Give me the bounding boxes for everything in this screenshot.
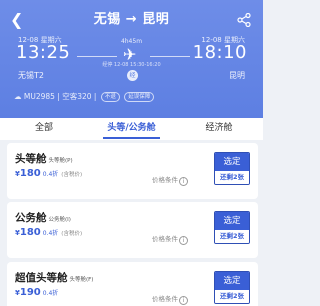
select-label: 选定 bbox=[215, 272, 249, 290]
cabin-code: 公务舱(I) bbox=[48, 217, 71, 223]
fare-card: 头等舱 头等舱(P) ¥180 0.4折 (含税价) 价格条件 i 选定 还剩2张 bbox=[7, 143, 258, 199]
tax-note: (含税价) bbox=[61, 172, 83, 178]
top-bar: ❮ 无锡 → 昆明 bbox=[0, 10, 263, 30]
price-terms-label: 价格条件 bbox=[152, 176, 178, 184]
discount: 0.4折 bbox=[42, 230, 59, 237]
tab-economy[interactable]: 经济舱 bbox=[175, 118, 263, 140]
cabin-name: 头等舱 头等舱(P) bbox=[15, 151, 73, 166]
flight-header: ❮ 无锡 → 昆明 12-08 星期六 13:25 无锡T2 4h45m ✈ 经… bbox=[0, 0, 263, 118]
info-icon: i bbox=[179, 236, 188, 245]
price-terms-link[interactable]: 价格条件 i bbox=[152, 293, 188, 305]
fare-price: ¥190 0.4折 bbox=[15, 287, 61, 298]
cabin-name: 超值头等舱 头等舱(F) bbox=[15, 270, 93, 285]
price-terms-link[interactable]: 价格条件 i bbox=[152, 174, 188, 186]
tax-note: (含税价) bbox=[61, 231, 83, 237]
select-label: 选定 bbox=[215, 153, 249, 171]
info-icon: i bbox=[179, 296, 188, 305]
delay-tag[interactable]: 延误保障 bbox=[124, 92, 155, 102]
flight-info: ☁ MU2985 | 空客320 | 不退 延误保障 bbox=[14, 91, 155, 102]
price-value: 180 bbox=[19, 168, 41, 179]
price-terms-label: 价格条件 bbox=[152, 235, 178, 243]
fare-card: 公务舱 公务舱(I) ¥180 0.4折 (含税价) 价格条件 i 选定 还剩2张 bbox=[7, 202, 258, 258]
select-button[interactable]: 选定 还剩2张 bbox=[214, 152, 250, 185]
tab-all[interactable]: 全部 bbox=[0, 118, 88, 140]
select-label: 选定 bbox=[215, 212, 249, 230]
cabin-tabs: 全部 头等/公务舱 经济舱 bbox=[0, 118, 263, 140]
cabin-title: 头等舱 bbox=[15, 153, 47, 165]
route-line-left bbox=[77, 56, 117, 57]
refund-tag[interactable]: 不退 bbox=[100, 92, 120, 102]
cabin-name: 公务舱 公务舱(I) bbox=[15, 210, 71, 225]
share-icon[interactable] bbox=[237, 13, 251, 27]
discount: 0.4折 bbox=[42, 171, 59, 178]
seats-left: 还剩2张 bbox=[215, 171, 249, 184]
departure-airport: 无锡T2 bbox=[18, 71, 44, 80]
arrival-airport: 昆明 bbox=[229, 71, 245, 80]
route-title: 无锡 → 昆明 bbox=[93, 12, 170, 27]
seats-left: 还剩2张 bbox=[215, 230, 249, 243]
route-line-right bbox=[150, 56, 190, 57]
departure-time: 13:25 bbox=[16, 42, 71, 63]
price-terms-label: 价格条件 bbox=[152, 295, 178, 303]
fare-price: ¥180 0.4折 (含税价) bbox=[15, 168, 82, 179]
price-value: 190 bbox=[19, 287, 41, 298]
cabin-title: 公务舱 bbox=[15, 212, 47, 224]
cabin-code: 头等舱(P) bbox=[48, 158, 73, 164]
flight-number-aircraft: MU2985 | 空客320 | bbox=[23, 92, 97, 101]
arrival-time: 18:10 bbox=[192, 42, 247, 63]
airline-logo-icon: ☁ bbox=[14, 92, 22, 101]
select-button[interactable]: 选定 还剩2张 bbox=[214, 211, 250, 244]
seats-left: 还剩2张 bbox=[215, 290, 249, 303]
discount: 0.4折 bbox=[42, 290, 59, 297]
price-value: 180 bbox=[19, 227, 41, 238]
cabin-code: 头等舱(F) bbox=[69, 277, 94, 283]
price-terms-link[interactable]: 价格条件 i bbox=[152, 233, 188, 245]
stop-badge: 经 bbox=[127, 70, 138, 81]
active-tab-indicator bbox=[103, 137, 160, 139]
info-icon: i bbox=[179, 177, 188, 186]
fare-price: ¥180 0.4折 (含税价) bbox=[15, 227, 82, 238]
cabin-title: 超值头等舱 bbox=[15, 272, 68, 284]
select-button[interactable]: 选定 还剩2张 bbox=[214, 271, 250, 304]
fare-card: 超值头等舱 头等舱(F) ¥190 0.4折 价格条件 i 选定 还剩2张 bbox=[7, 262, 258, 306]
